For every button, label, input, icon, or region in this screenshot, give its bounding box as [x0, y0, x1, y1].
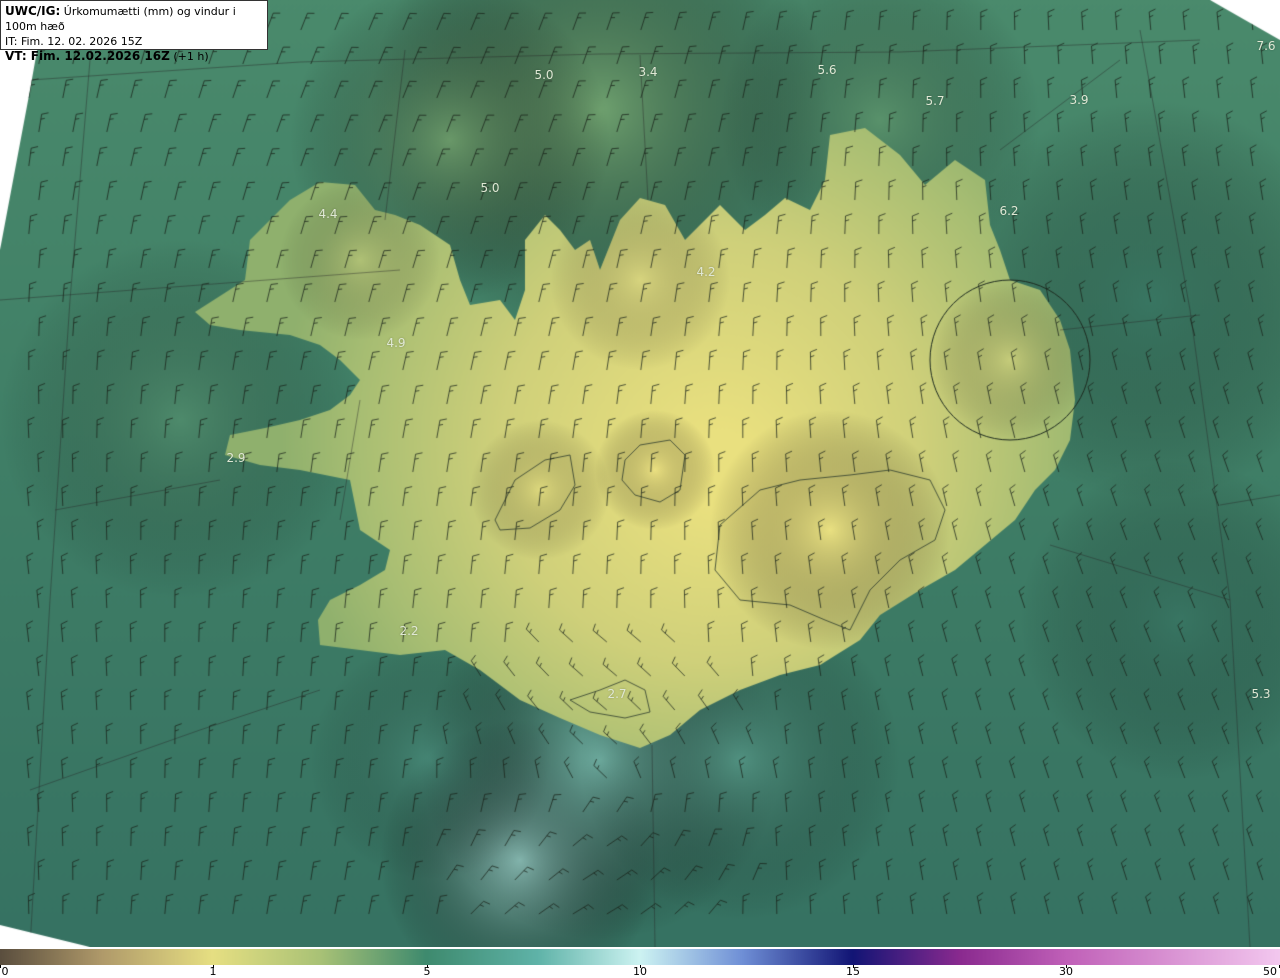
map-value-label: 4.2	[696, 265, 716, 279]
map-value-label: 7.6	[1256, 39, 1276, 53]
map-value-label: 5.0	[480, 181, 500, 195]
colorbar-tick-label: 15	[846, 965, 860, 978]
map-value-label: 2.2	[399, 624, 419, 638]
map-info-box: UWC/IG: Úrkomumætti (mm) og vindur i 100…	[0, 0, 268, 63]
colorbar-tick-label: 0	[1, 965, 9, 978]
map-value-label: 5.3	[1251, 687, 1271, 701]
colorbar-strip	[0, 949, 1280, 965]
map-value-label: 2.9	[226, 451, 246, 465]
model-source: UWC/IG:	[5, 4, 61, 18]
map-value-label: 4.4	[318, 207, 338, 221]
initial-time: IT: Fim. 12. 02. 2026 15Z	[5, 35, 143, 48]
colorbar-tick-label: 10	[633, 965, 647, 978]
valid-time: VT: Fim. 12.02.2026 16Z	[5, 49, 170, 63]
colorbar-tick-label: 5	[423, 965, 431, 978]
map-value-label: 4.9	[386, 336, 406, 350]
colorbar-tick-label: 1	[209, 965, 217, 978]
map-value-label: 2.7	[607, 687, 627, 701]
colorbar: 0 1 5 10 15 30 50	[0, 947, 1280, 978]
precipitation-map	[0, 0, 1280, 947]
map-value-label: 5.0	[534, 68, 554, 82]
map-value-label: 5.6	[817, 63, 837, 77]
colorbar-tick-label: 30	[1059, 965, 1073, 978]
map-value-label: 3.4	[638, 65, 658, 79]
map-value-label: 6.2	[999, 204, 1019, 218]
valid-time-offset: (+1 h)	[173, 50, 209, 63]
map-value-label: 5.7	[925, 94, 945, 108]
map-value-label: 3.9	[1069, 93, 1089, 107]
colorbar-tick-label: 50	[1263, 965, 1277, 978]
